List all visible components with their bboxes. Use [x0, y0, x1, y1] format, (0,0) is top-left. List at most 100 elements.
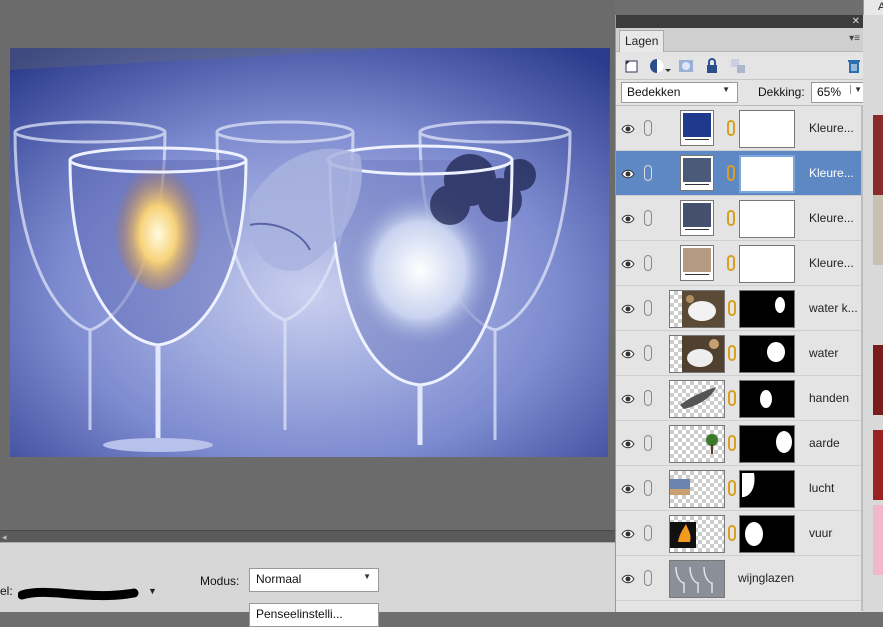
eye-icon[interactable]	[621, 482, 635, 496]
adjustment-thumbnail	[680, 200, 714, 236]
link-icon[interactable]	[644, 120, 652, 136]
layer-mask-thumbnail[interactable]	[739, 425, 795, 463]
eye-icon[interactable]	[621, 257, 635, 271]
layer-row[interactable]: vuur	[616, 511, 861, 556]
eye-icon[interactable]	[621, 302, 635, 316]
layer-thumbnail	[669, 380, 725, 418]
layer-row[interactable]: water	[616, 331, 861, 376]
thumbnail[interactable]	[873, 115, 883, 195]
layer-thumbnail	[669, 335, 725, 373]
layer-mask-icon[interactable]	[678, 58, 694, 74]
link-icon[interactable]	[644, 570, 652, 586]
layer-toolbar	[616, 52, 864, 80]
layer-row[interactable]: wijnglazen	[616, 556, 861, 601]
layer-row[interactable]: Kleure...	[616, 106, 861, 151]
close-icon[interactable]: ✕	[852, 15, 860, 28]
layer-name[interactable]: water	[809, 346, 838, 360]
tool-options-bar: el: ▼ Modus: Normaal ▼ Penseelinstelli..…	[0, 542, 615, 627]
thumbnail[interactable]	[873, 195, 883, 265]
brush-settings-button[interactable]: Penseelinstelli...	[249, 603, 379, 627]
layer-mask-thumbnail[interactable]	[739, 155, 795, 193]
layer-mask-thumbnail[interactable]	[739, 200, 795, 238]
layer-row[interactable]: aarde	[616, 421, 861, 466]
layer-mask-thumbnail[interactable]	[739, 335, 795, 373]
layer-row-selected[interactable]: Kleure...	[616, 151, 861, 196]
link-icon[interactable]	[644, 300, 652, 316]
layer-row[interactable]: water k...	[616, 286, 861, 331]
layer-mask-thumbnail[interactable]	[739, 470, 795, 508]
mask-link-icon[interactable]	[727, 255, 735, 271]
mask-link-icon[interactable]	[728, 435, 736, 451]
panel-titlebar[interactable]: ✕	[616, 15, 864, 28]
layer-name[interactable]: handen	[809, 391, 849, 405]
adjustment-thumbnail	[680, 110, 714, 146]
mask-link-icon[interactable]	[728, 525, 736, 541]
layer-row[interactable]: Kleure...	[616, 241, 861, 286]
layer-name[interactable]: Kleure...	[809, 121, 854, 135]
blend-mode-select[interactable]: Bedekken ▼	[621, 82, 738, 103]
document-image[interactable]	[0, 0, 615, 530]
new-layer-icon[interactable]	[624, 58, 640, 74]
link-icon[interactable]	[644, 255, 652, 271]
chevron-down-icon[interactable]: ▼	[850, 85, 862, 94]
horizontal-scrollbar[interactable]: ◂	[0, 530, 615, 542]
brush-dropdown-icon[interactable]: ▼	[148, 586, 157, 596]
right-panel-label: A	[878, 1, 883, 13]
link-icon[interactable]	[644, 345, 652, 361]
mask-link-icon[interactable]	[728, 345, 736, 361]
mask-link-icon[interactable]	[728, 390, 736, 406]
layer-name[interactable]: Kleure...	[809, 256, 854, 270]
layer-name[interactable]: vuur	[809, 526, 832, 540]
lock-transparency-icon[interactable]	[730, 58, 746, 74]
layer-row[interactable]: lucht	[616, 466, 861, 511]
panel-tabs: Lagen ▾≡	[616, 28, 864, 52]
mask-link-icon[interactable]	[727, 210, 735, 226]
trash-icon[interactable]	[846, 58, 862, 74]
layer-mask-thumbnail[interactable]	[739, 515, 795, 553]
thumbnail[interactable]	[873, 345, 883, 415]
right-panel-tab[interactable]: A	[863, 0, 883, 15]
layer-name[interactable]: aarde	[809, 436, 840, 450]
layer-mask-thumbnail[interactable]	[739, 380, 795, 418]
eye-icon[interactable]	[621, 527, 635, 541]
layer-name[interactable]: lucht	[809, 481, 834, 495]
canvas-area[interactable]	[0, 0, 615, 530]
layers-panel: ✕ Lagen ▾≡ Bedekken ▼ Dekking: 65% ▼ Kle…	[615, 15, 865, 612]
link-icon[interactable]	[644, 210, 652, 226]
eye-icon[interactable]	[621, 437, 635, 451]
link-icon[interactable]	[644, 165, 652, 181]
layer-mask-thumbnail[interactable]	[739, 245, 795, 283]
tab-lagen[interactable]: Lagen	[619, 30, 665, 52]
layer-name[interactable]: water k...	[809, 301, 858, 315]
mask-link-icon[interactable]	[728, 480, 736, 496]
brush-settings-label: Penseelinstelli...	[256, 607, 343, 621]
eye-icon[interactable]	[621, 347, 635, 361]
link-icon[interactable]	[644, 525, 652, 541]
layer-name[interactable]: wijnglazen	[738, 571, 794, 585]
layer-row[interactable]: Kleure...	[616, 196, 861, 241]
thumbnail[interactable]	[873, 505, 883, 575]
link-icon[interactable]	[644, 435, 652, 451]
mask-link-icon[interactable]	[727, 120, 735, 136]
lock-icon[interactable]	[704, 58, 720, 74]
eye-icon[interactable]	[621, 572, 635, 586]
layer-mask-thumbnail[interactable]	[739, 290, 795, 328]
opacity-input[interactable]: 65% ▼	[811, 82, 865, 103]
link-icon[interactable]	[644, 480, 652, 496]
eye-icon[interactable]	[621, 212, 635, 226]
adjustment-layer-icon[interactable]	[649, 58, 671, 74]
eye-icon[interactable]	[621, 392, 635, 406]
layer-name[interactable]: Kleure...	[809, 211, 854, 225]
link-icon[interactable]	[644, 390, 652, 406]
mask-link-icon[interactable]	[727, 165, 735, 181]
modus-select[interactable]: Normaal ▼	[249, 568, 379, 592]
layer-name[interactable]: Kleure...	[809, 166, 854, 180]
thumbnail[interactable]	[873, 430, 883, 500]
brush-preview-icon[interactable]	[18, 583, 140, 605]
layer-row[interactable]: handen	[616, 376, 861, 421]
panel-menu-icon[interactable]: ▾≡	[849, 33, 860, 44]
layer-mask-thumbnail[interactable]	[739, 110, 795, 148]
mask-link-icon[interactable]	[728, 300, 736, 316]
eye-icon[interactable]	[621, 167, 635, 181]
eye-icon[interactable]	[621, 122, 635, 136]
